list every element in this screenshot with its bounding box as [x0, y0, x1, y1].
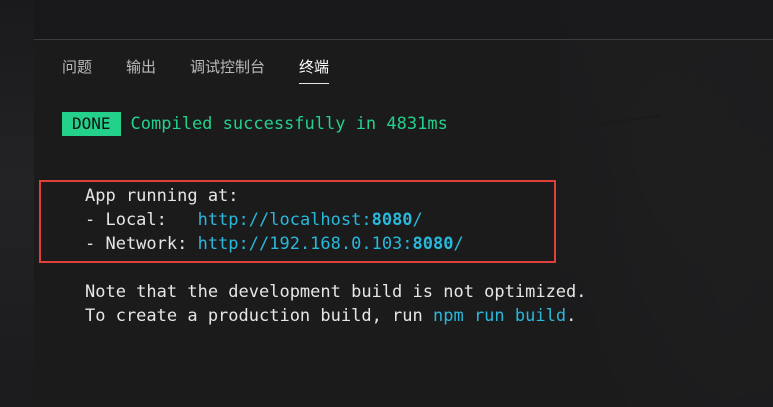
network-url-link[interactable]: http://192.168.0.103:8080/ [198, 234, 464, 254]
tab-terminal[interactable]: 终端 [299, 56, 330, 84]
app-running-label: App running at: [85, 186, 239, 206]
compile-status-line: DONE Compiled successfully in 4831ms [62, 112, 448, 136]
tab-output[interactable]: 输出 [126, 56, 156, 84]
note-text-2-suffix: . [566, 306, 577, 326]
vscode-panel-screenshot: 问题 输出 调试控制台 终端 DONE Compiled successfull… [0, 0, 773, 407]
note-text-1: Note that the development build is not o… [85, 282, 587, 302]
local-url-line: - Local: http://localhost:8080/ [85, 208, 423, 232]
network-url-suffix: / [453, 234, 464, 254]
note-line-2: To create a production build, run npm ru… [85, 304, 576, 328]
bottom-panel: 问题 输出 调试控制台 终端 DONE Compiled successfull… [34, 39, 773, 407]
npm-run-build-command: npm run build [433, 306, 567, 326]
tab-debug-console[interactable]: 调试控制台 [190, 56, 265, 84]
local-label: - Local: [85, 210, 198, 230]
panel-tabs: 问题 输出 调试控制台 终端 [62, 56, 363, 84]
done-badge: DONE [62, 112, 121, 136]
local-url-suffix: / [412, 210, 423, 230]
compile-message: Compiled successfully in 4831ms [130, 114, 448, 134]
network-url-line: - Network: http://192.168.0.103:8080/ [85, 232, 464, 256]
note-line-1: Note that the development build is not o… [85, 280, 587, 304]
network-url-prefix: http://192.168.0.103: [197, 234, 413, 254]
network-url-port: 8080 [412, 234, 454, 254]
network-label: - Network: [85, 234, 198, 254]
tab-problems[interactable]: 问题 [62, 56, 92, 84]
app-running-line: App running at: [85, 184, 239, 208]
activity-gutter [0, 0, 34, 407]
note-text-2-prefix: To create a production build, run [85, 306, 433, 326]
local-url-link[interactable]: http://localhost:8080/ [198, 210, 423, 230]
local-url-prefix: http://localhost: [197, 210, 372, 230]
local-url-port: 8080 [371, 210, 413, 230]
editor-area [0, 0, 773, 39]
